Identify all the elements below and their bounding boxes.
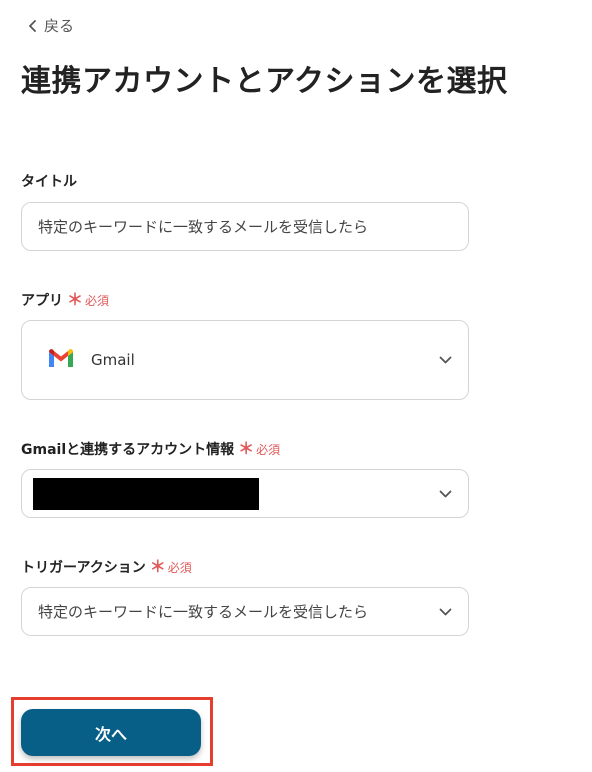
required-text: 必須 <box>256 442 281 457</box>
required-asterisk: ＊ <box>149 557 166 576</box>
chevron-down-icon <box>439 490 452 498</box>
page-title: 連携アカウントとアクションを選択 <box>21 64 508 99</box>
required-text: 必須 <box>167 560 192 575</box>
title-input-value: 特定のキーワードに一致するメールを受信したら <box>38 218 369 236</box>
account-select[interactable] <box>21 469 469 518</box>
next-button[interactable]: 次へ <box>21 709 201 756</box>
gmail-logo-icon <box>47 348 75 373</box>
required-asterisk: ＊ <box>238 439 255 458</box>
back-link[interactable]: 戻る <box>28 15 74 36</box>
trigger-label-text: トリガーアクション <box>21 560 146 576</box>
trigger-select[interactable]: 特定のキーワードに一致するメールを受信したら <box>21 587 469 636</box>
trigger-field-label: トリガーアクション ＊ 必須 <box>21 557 192 577</box>
required-badge: ＊ 必須 <box>67 292 109 309</box>
app-select-value: Gmail <box>91 351 135 369</box>
account-field-label: Gmailと連携するアカウント情報 ＊ 必須 <box>21 439 280 459</box>
redacted-account-value <box>33 478 259 510</box>
required-badge: ＊ 必須 <box>238 441 280 458</box>
chevron-down-icon <box>439 608 452 616</box>
back-label: 戻る <box>44 17 75 35</box>
chevron-left-icon <box>28 19 38 32</box>
chevron-down-icon <box>439 356 452 364</box>
app-field-label: アプリ ＊ 必須 <box>21 290 109 310</box>
required-asterisk: ＊ <box>67 290 84 309</box>
app-select[interactable]: Gmail <box>21 320 469 400</box>
title-field-label: タイトル <box>21 171 77 191</box>
title-label-text: タイトル <box>21 174 77 190</box>
required-badge: ＊ 必須 <box>150 559 192 576</box>
page: 戻る 連携アカウントとアクションを選択 タイトル 特定のキーワードに一致するメー… <box>0 0 592 772</box>
title-input[interactable]: 特定のキーワードに一致するメールを受信したら <box>21 202 469 251</box>
account-label-text: Gmailと連携するアカウント情報 <box>21 442 235 458</box>
app-label-text: アプリ <box>21 293 63 309</box>
required-text: 必須 <box>85 293 110 308</box>
trigger-select-value: 特定のキーワードに一致するメールを受信したら <box>38 603 369 621</box>
